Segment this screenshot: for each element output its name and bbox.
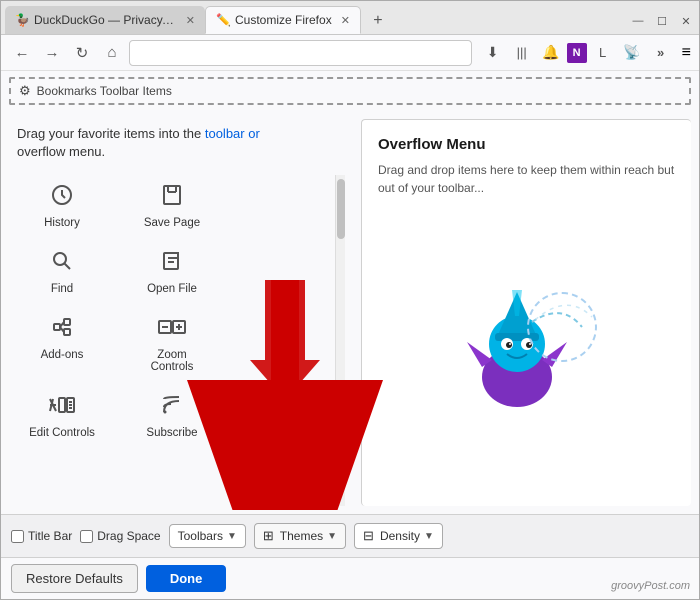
navigation-toolbar: ← → ↻ ⌂ ⬇ ||| 🔔 N L 📡 » ≡ (1, 35, 699, 71)
items-wrapper: History Save Page (17, 175, 345, 506)
tab-favicon-customize: ✏️ (216, 13, 230, 27)
title-bar-input[interactable] (11, 530, 24, 543)
open-file-icon (160, 249, 184, 279)
new-tab-button[interactable]: + (365, 8, 391, 34)
home-button[interactable]: ⌂ (99, 40, 125, 66)
item-history[interactable]: History (17, 175, 107, 237)
overflow-menu-description: Drag and drop items here to keep them wi… (378, 161, 675, 197)
find-label: Find (51, 283, 73, 295)
drag-space-label: Drag Space (97, 529, 160, 543)
tab-title-customize: Customize Firefox (235, 13, 332, 27)
intro-highlight: toolbar or (205, 126, 260, 141)
rss-icon[interactable]: 📡 (619, 40, 645, 66)
density-label: Density (380, 529, 420, 543)
toolbars-dropdown[interactable]: Toolbars ▼ (169, 524, 246, 548)
tab-title-ddg: DuckDuckGo — Privacy, sin (34, 13, 177, 27)
onenote-icon[interactable]: N (567, 43, 587, 63)
close-button[interactable]: ✕ (677, 12, 695, 30)
tab-duckduckgo[interactable]: 🦆 DuckDuckGo — Privacy, sin ✕ (5, 6, 205, 34)
themes-grid-icon: ⊞ (263, 528, 274, 544)
bookmarks-icon[interactable]: ||| (509, 40, 535, 66)
restore-defaults-button[interactable]: Restore Defaults (11, 564, 138, 593)
title-bar-checkbox[interactable]: Title Bar (11, 529, 72, 543)
item-save-page[interactable]: Save Page (127, 175, 217, 237)
overflow-menu-title: Overflow Menu (378, 136, 675, 153)
drag-space-input[interactable] (80, 530, 93, 543)
open-file-label: Open File (147, 283, 197, 295)
bookmarks-toolbar-label: Bookmarks Toolbar Items (37, 84, 172, 98)
person-icon[interactable]: L (590, 40, 616, 66)
subscribe-label: Subscribe (146, 427, 197, 439)
zoom-controls-label: Zoom Controls (135, 349, 209, 373)
forward-button[interactable]: → (39, 40, 65, 66)
mascot-svg (427, 272, 627, 432)
item-subscribe[interactable]: Subscribe (127, 385, 217, 447)
browser-window: 🦆 DuckDuckGo — Privacy, sin ✕ ✏️ Customi… (0, 0, 700, 600)
density-chevron-icon: ▼ (424, 531, 434, 542)
back-button[interactable]: ← (9, 40, 35, 66)
reload-button[interactable]: ↻ (69, 40, 95, 66)
maximize-button[interactable]: ☐ (653, 12, 671, 30)
toolbars-chevron-icon: ▼ (227, 531, 237, 542)
main-content: Drag your favorite items into the toolba… (1, 111, 699, 514)
tab-favicon-ddg: 🦆 (15, 13, 29, 27)
subscribe-icon (160, 393, 184, 423)
item-edit-controls[interactable]: Edit Controls (17, 385, 107, 447)
drag-space-checkbox[interactable]: Drag Space (80, 529, 160, 543)
minimize-button[interactable]: — (629, 12, 647, 30)
scrollbar-track[interactable] (335, 175, 345, 506)
window-controls: — ☐ ✕ (629, 12, 695, 34)
edit-controls-icon (48, 393, 76, 423)
bookmarks-toolbar-icon: ⚙ (19, 83, 31, 99)
scrollbar-thumb[interactable] (337, 179, 345, 239)
save-page-icon (160, 183, 184, 213)
density-icon: ⊟ (363, 528, 374, 544)
overflow-menu-panel: Overflow Menu Drag and drop items here t… (361, 119, 691, 506)
intro-text: Drag your favorite items into the toolba… (17, 125, 345, 161)
tab-close-customize[interactable]: ✕ (341, 14, 350, 27)
save-page-label: Save Page (144, 217, 200, 229)
history-label: History (44, 217, 80, 229)
tab-bar: 🦆 DuckDuckGo — Privacy, sin ✕ ✏️ Customi… (1, 1, 699, 35)
mascot-area (427, 272, 627, 432)
themes-chevron-icon: ▼ (327, 531, 337, 542)
done-button[interactable]: Done (146, 565, 227, 592)
themes-label: Themes (280, 529, 323, 543)
add-ons-label: Add-ons (41, 349, 84, 361)
left-panel: Drag your favorite items into the toolba… (1, 111, 361, 514)
edit-controls-label: Edit Controls (29, 427, 95, 439)
overflow-visual (378, 213, 675, 490)
overflow-button[interactable]: » (648, 40, 674, 66)
add-ons-icon (50, 315, 74, 345)
themes-dropdown[interactable]: ⊞ Themes ▼ (254, 523, 346, 549)
item-add-ons[interactable]: Add-ons (17, 307, 107, 381)
address-bar[interactable] (129, 40, 472, 66)
items-grid: History Save Page (17, 175, 345, 447)
zoom-controls-icon (158, 315, 186, 345)
tab-customize[interactable]: ✏️ Customize Firefox ✕ (205, 6, 361, 34)
title-bar-label: Title Bar (28, 529, 72, 543)
find-icon (50, 249, 74, 279)
toolbar-icons: ⬇ ||| 🔔 N L 📡 » (480, 40, 674, 66)
toolbars-label: Toolbars (178, 529, 223, 543)
watermark: groovyPost.com (611, 580, 690, 592)
bell-icon[interactable]: 🔔 (538, 40, 564, 66)
density-dropdown[interactable]: ⊟ Density ▼ (354, 523, 443, 549)
bottom-bar: Title Bar Drag Space Toolbars ▼ ⊞ Themes… (1, 514, 699, 557)
hamburger-menu[interactable]: ≡ (682, 44, 691, 62)
item-find[interactable]: Find (17, 241, 107, 303)
action-bar: Restore Defaults Done (1, 557, 699, 599)
tab-close-ddg[interactable]: ✕ (186, 14, 195, 27)
drop-target-circle (527, 292, 597, 362)
item-zoom-controls[interactable]: Zoom Controls (127, 307, 217, 381)
item-open-file[interactable]: Open File (127, 241, 217, 303)
bookmarks-toolbar-area: ⚙ Bookmarks Toolbar Items (9, 77, 691, 105)
download-icon[interactable]: ⬇ (480, 40, 506, 66)
history-icon (50, 183, 74, 213)
